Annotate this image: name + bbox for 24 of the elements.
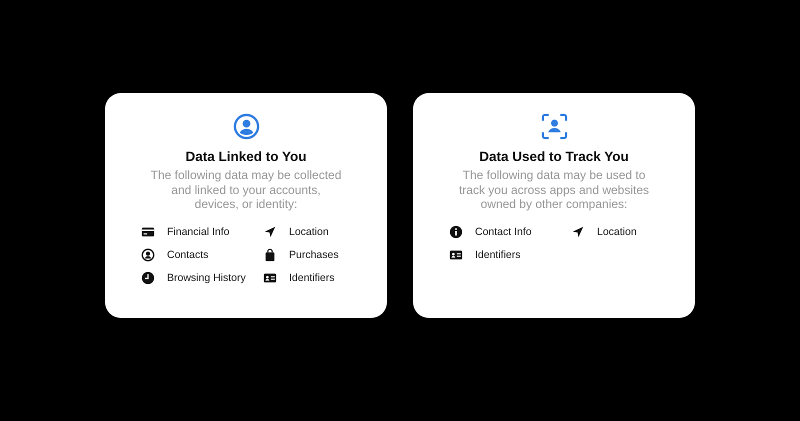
data-type-label: Purchases: [289, 248, 339, 260]
clock-icon: [141, 270, 155, 284]
card-title: Data Linked to You: [185, 149, 306, 164]
card-icon: [141, 224, 155, 238]
data-type-label: Contacts: [167, 248, 208, 260]
data-type-label: Browsing History: [167, 272, 246, 284]
card-description: The following data may be collected and linked to your accounts, devices, or identity:: [150, 168, 342, 212]
location-icon: [263, 224, 277, 238]
id-icon: [263, 270, 277, 284]
data-type-label: Location: [289, 226, 329, 238]
info-icon: [449, 224, 463, 238]
id-icon: [449, 248, 463, 262]
data-type-label: Identifiers: [475, 248, 521, 260]
bag-icon: [263, 248, 277, 262]
data-type-label: Identifiers: [289, 272, 335, 284]
location-icon: [571, 224, 585, 238]
data-type-label: Location: [597, 226, 637, 238]
data-type-label: Contact Info: [475, 226, 532, 238]
data-type-label: Financial Info: [167, 226, 230, 238]
contact-icon: [141, 248, 155, 262]
card-title: Data Used to Track You: [479, 149, 629, 164]
card-description: The following data may be used to track you across apps and websites owned by other companies:: [458, 168, 650, 212]
person-scan-icon: [540, 113, 568, 140]
person-circle-icon: [232, 113, 260, 140]
